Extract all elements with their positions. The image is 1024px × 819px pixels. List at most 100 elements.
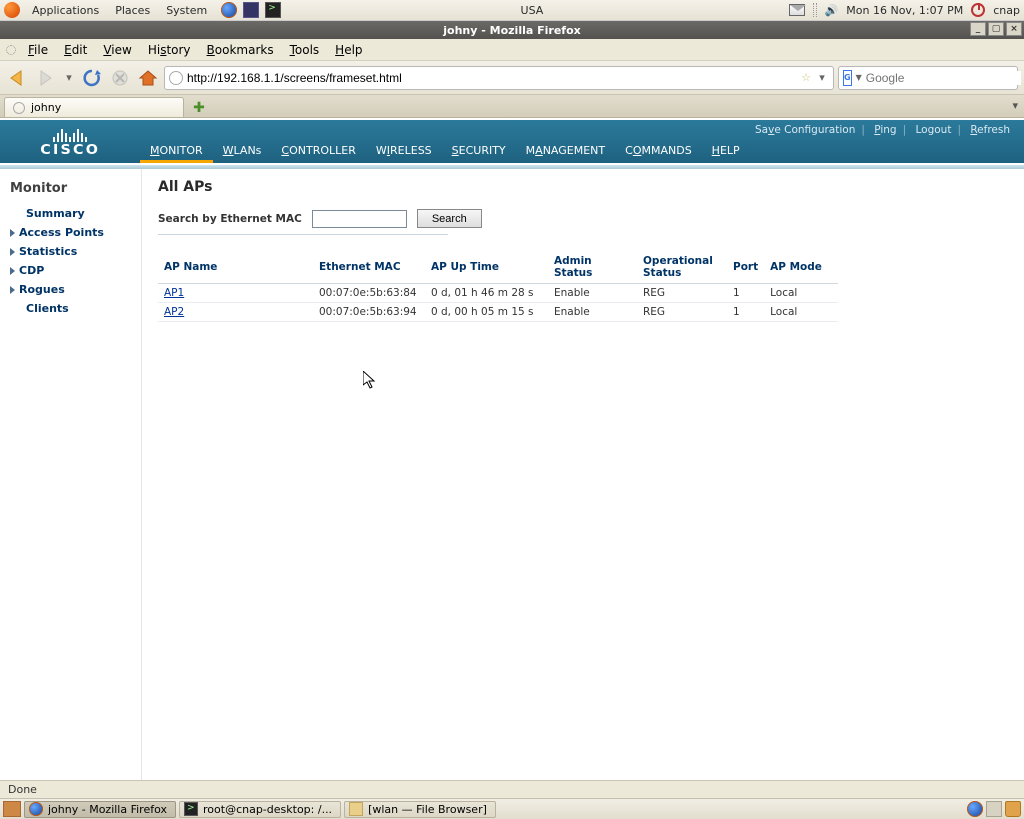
chevron-right-icon <box>10 229 15 237</box>
nav-commands[interactable]: COMMANDS <box>615 138 702 163</box>
divider <box>158 234 448 235</box>
ubuntu-logo-icon[interactable] <box>4 2 20 18</box>
ap-link[interactable]: AP1 <box>164 287 184 299</box>
ap-table: AP Name Ethernet MAC AP Up Time Admin St… <box>158 251 838 322</box>
cell-admin: Enable <box>548 284 637 303</box>
page-title: All APs <box>158 179 1008 195</box>
col-ap-name[interactable]: AP Name <box>158 251 313 284</box>
table-header-row: AP Name Ethernet MAC AP Up Time Admin St… <box>158 251 838 284</box>
window-minimize-button[interactable]: _ <box>970 22 986 36</box>
window-maximize-button[interactable]: ▢ <box>988 22 1004 36</box>
ap-link[interactable]: AP2 <box>164 306 184 318</box>
volume-icon[interactable]: 🔊 <box>825 4 839 17</box>
forward-button[interactable] <box>34 66 58 90</box>
menu-view[interactable]: View <box>95 41 139 59</box>
nav-wlans[interactable]: WLANs <box>213 138 272 163</box>
firefox-status-bar: Done <box>0 780 1024 798</box>
stop-button[interactable] <box>108 66 132 90</box>
task-file-browser[interactable]: [wlan — File Browser] <box>344 801 496 818</box>
terminal-icon <box>184 802 198 816</box>
search-input[interactable] <box>866 71 1021 85</box>
bookmark-star-icon[interactable]: ☆ <box>801 71 811 84</box>
search-engine-dropdown[interactable]: ▼ <box>856 73 862 82</box>
cell-mac: 00:07:0e:5b:63:84 <box>313 284 425 303</box>
firefox-title-bar: johny - Mozilla Firefox _ ▢ × <box>0 21 1024 39</box>
col-ap-mode[interactable]: AP Mode <box>764 251 838 284</box>
nav-security[interactable]: SECURITY <box>442 138 516 163</box>
menu-edit[interactable]: Edit <box>56 41 95 59</box>
keyboard-indicator[interactable]: USA <box>281 4 782 17</box>
tab-list-dropdown[interactable]: ▾ <box>1012 99 1018 112</box>
gnome-top-panel: Applications Places System USA 🔊 Mon 16 … <box>0 0 1024 21</box>
sidebar-item-statistics[interactable]: Statistics <box>0 242 141 261</box>
cell-admin: Enable <box>548 303 637 322</box>
link-ping[interactable]: Ping <box>870 124 900 136</box>
tab-johny[interactable]: johny <box>4 97 184 117</box>
col-ethernet-mac[interactable]: Ethernet MAC <box>313 251 425 284</box>
mail-icon[interactable] <box>789 4 805 16</box>
cisco-logo: CISCO <box>0 120 140 163</box>
task-terminal[interactable]: root@cnap-desktop: /... <box>179 801 341 818</box>
tray-firefox-icon[interactable] <box>967 801 983 817</box>
menu-file[interactable]: File <box>20 41 56 59</box>
nav-management[interactable]: MANAGEMENT <box>516 138 615 163</box>
table-row: AP1 00:07:0e:5b:63:84 0 d, 01 h 46 m 28 … <box>158 284 838 303</box>
search-bar[interactable]: G▼ 🔍 <box>838 66 1018 90</box>
sidebar-item-clients[interactable]: Clients <box>0 299 141 318</box>
back-button[interactable] <box>6 66 30 90</box>
gnome-menu-system[interactable]: System <box>158 2 215 19</box>
sidebar-item-summary[interactable]: Summary <box>0 204 141 223</box>
nav-controller[interactable]: CONTROLLER <box>271 138 365 163</box>
sidebar-item-cdp[interactable]: CDP <box>0 261 141 280</box>
link-logout[interactable]: Logout <box>912 124 956 136</box>
col-admin-status[interactable]: Admin Status <box>548 251 637 284</box>
search-button[interactable]: Search <box>417 209 482 228</box>
launcher-terminal-icon[interactable] <box>265 2 281 18</box>
chevron-right-icon <box>10 267 15 275</box>
cisco-nav: MONITOR WLANs CONTROLLER WIRELESS SECURI… <box>140 120 750 163</box>
cell-uptime: 0 d, 01 h 46 m 28 s <box>425 284 548 303</box>
menu-history[interactable]: History <box>140 41 199 59</box>
history-dropdown-button[interactable]: ▾ <box>62 66 76 90</box>
site-identity-icon[interactable] <box>169 71 183 85</box>
firefox-toolbar: ▾ ☆ ▾ G▼ 🔍 <box>0 61 1024 95</box>
clock[interactable]: Mon 16 Nov, 1:07 PM <box>846 4 963 17</box>
task-firefox[interactable]: johny - Mozilla Firefox <box>24 801 176 818</box>
google-engine-icon[interactable]: G <box>843 70 852 86</box>
url-history-dropdown[interactable]: ▾ <box>815 71 829 84</box>
window-close-button[interactable]: × <box>1006 22 1022 36</box>
col-ap-up-time[interactable]: AP Up Time <box>425 251 548 284</box>
window-title: johny - Mozilla Firefox <box>443 24 580 37</box>
menu-bookmarks[interactable]: Bookmarks <box>199 41 282 59</box>
url-input[interactable] <box>187 71 797 85</box>
nav-monitor[interactable]: MONITOR <box>140 138 213 163</box>
launcher-recorder-icon[interactable] <box>243 2 259 18</box>
shutdown-icon[interactable] <box>971 3 985 17</box>
user-menu[interactable]: cnap <box>993 4 1020 17</box>
menu-help[interactable]: Help <box>327 41 370 59</box>
new-tab-button[interactable]: ✚ <box>190 99 208 117</box>
link-refresh[interactable]: Refresh <box>966 124 1014 136</box>
sidebar-item-access-points[interactable]: Access Points <box>0 223 141 242</box>
link-save-config[interactable]: Save Configuration <box>751 124 859 136</box>
nav-help[interactable]: HELP <box>702 138 750 163</box>
nav-wireless[interactable]: WIRELESS <box>366 138 442 163</box>
mac-search-input[interactable] <box>312 210 407 228</box>
launcher-firefox-icon[interactable] <box>221 2 237 18</box>
cisco-header: CISCO MONITOR WLANs CONTROLLER WIRELESS … <box>0 120 1024 163</box>
trash-icon[interactable] <box>1005 801 1021 817</box>
task-label: root@cnap-desktop: /... <box>203 803 332 816</box>
col-oper-status[interactable]: Operational Status <box>637 251 727 284</box>
url-bar[interactable]: ☆ ▾ <box>164 66 834 90</box>
workspace-switcher[interactable] <box>986 801 1002 817</box>
cell-port: 1 <box>727 303 764 322</box>
reload-button[interactable] <box>80 66 104 90</box>
cisco-top-links: Save Configuration| Ping| Logout| Refres… <box>751 124 1014 136</box>
sidebar-item-rogues[interactable]: Rogues <box>0 280 141 299</box>
home-button[interactable] <box>136 66 160 90</box>
menu-tools[interactable]: Tools <box>282 41 328 59</box>
gnome-menu-places[interactable]: Places <box>107 2 158 19</box>
col-port[interactable]: Port <box>727 251 764 284</box>
show-desktop-button[interactable] <box>3 801 21 817</box>
gnome-menu-applications[interactable]: Applications <box>24 2 107 19</box>
